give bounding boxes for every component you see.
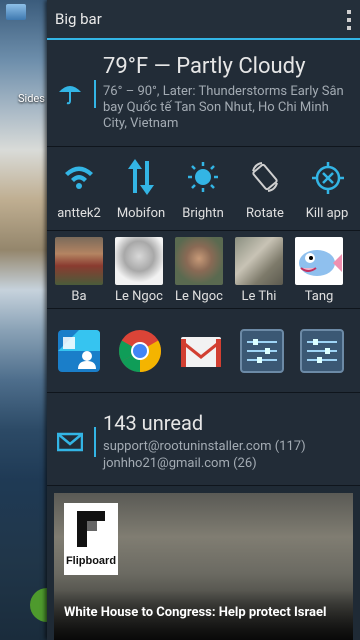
toggle-mobile-data[interactable]: Mobifon bbox=[111, 147, 171, 230]
side-drawer: Big bar 79°F — Partly Cloudy 76° – 90°, … bbox=[47, 0, 360, 640]
email-divider bbox=[94, 427, 96, 457]
contact-photo bbox=[55, 237, 103, 285]
gmail-icon[interactable] bbox=[179, 329, 223, 373]
contact-item[interactable]: Le Thi bbox=[229, 231, 289, 308]
weather-card[interactable]: 79°F — Partly Cloudy 76° – 90°, Later: T… bbox=[47, 40, 360, 147]
kill-app-icon bbox=[312, 162, 344, 194]
settings-app-icon[interactable] bbox=[240, 329, 284, 373]
contact-item[interactable]: Tang bbox=[289, 231, 349, 308]
toggle-kill-app[interactable]: Kill app bbox=[297, 147, 357, 230]
cartoon-fish-avatar bbox=[299, 250, 342, 276]
email-card[interactable]: 143 unread support@rootuninstaller.com (… bbox=[47, 393, 360, 486]
email-account: jonhho21@gmail.com (26) bbox=[103, 456, 257, 471]
contact-item[interactable]: Ba bbox=[49, 231, 109, 308]
drawer-title: Big bar bbox=[55, 10, 102, 28]
settings-app-icon[interactable] bbox=[300, 329, 344, 373]
weather-headline: 79°F — Partly Cloudy bbox=[103, 54, 306, 79]
contact-name: Tang bbox=[304, 289, 334, 304]
news-headline: White House to Congress: Help protect Is… bbox=[64, 605, 327, 620]
mobile-data-icon bbox=[128, 159, 154, 195]
wifi-icon bbox=[65, 166, 93, 189]
home-green-icon[interactable] bbox=[30, 588, 48, 622]
mail-icon bbox=[57, 432, 83, 452]
email-account: support@rootuninstaller.com (117) bbox=[103, 439, 306, 454]
flipboard-news-card[interactable]: Flipboard White House to Congress: Help … bbox=[54, 493, 353, 640]
contact-photo bbox=[295, 237, 343, 285]
toggle-label: Brightn bbox=[182, 206, 224, 221]
contact-name: Le Ngoc bbox=[175, 289, 223, 304]
weather-detail: 76° – 90°, Later: Thunderstorms Early Sâ… bbox=[103, 84, 344, 131]
rotate-icon bbox=[252, 162, 278, 192]
contact-photo bbox=[115, 237, 163, 285]
flipboard-icon bbox=[77, 511, 105, 547]
weather-divider bbox=[94, 80, 96, 108]
favorite-contacts: Ba Le Ngoc Le Ngoc Le Thi Tang bbox=[47, 231, 360, 309]
contacts-app-icon[interactable] bbox=[57, 329, 101, 373]
drawer-top-bar: Big bar bbox=[47, 0, 360, 40]
toggle-brightness[interactable]: Brightn bbox=[173, 147, 233, 230]
flipboard-brand-label: Flipboard bbox=[65, 555, 117, 567]
contact-photo bbox=[235, 237, 283, 285]
toggle-label: anttek2 bbox=[57, 206, 101, 221]
toggle-label: Rotate bbox=[246, 206, 284, 221]
contact-name: Le Ngoc bbox=[115, 289, 163, 304]
toggle-label: Mobifon bbox=[116, 206, 166, 221]
contact-photo bbox=[175, 237, 223, 285]
home-app-icon[interactable] bbox=[6, 4, 26, 20]
flipboard-logo: Flipboard bbox=[64, 503, 118, 575]
chrome-icon[interactable] bbox=[118, 329, 162, 373]
contact-name: Ba bbox=[71, 289, 87, 304]
brightness-icon bbox=[188, 162, 218, 192]
toggle-rotate[interactable]: Rotate bbox=[235, 147, 295, 230]
umbrella-icon bbox=[59, 86, 81, 105]
overflow-menu-icon[interactable] bbox=[346, 10, 352, 30]
quick-toggles: anttek2 Mobifon Brightn Rotate Kill app bbox=[47, 147, 360, 231]
contact-item[interactable]: Le Ngoc bbox=[109, 231, 169, 308]
unread-count: 143 unread bbox=[103, 411, 204, 435]
contact-name: Le Thi bbox=[241, 289, 277, 304]
toggle-label: Kill app bbox=[305, 206, 349, 221]
app-shortcuts bbox=[47, 309, 360, 393]
toggle-wifi[interactable]: anttek2 bbox=[49, 147, 109, 230]
home-wallpaper: Sides bbox=[0, 0, 48, 640]
home-app-label: Sides bbox=[18, 92, 45, 105]
contact-item[interactable]: Le Ngoc bbox=[169, 231, 229, 308]
